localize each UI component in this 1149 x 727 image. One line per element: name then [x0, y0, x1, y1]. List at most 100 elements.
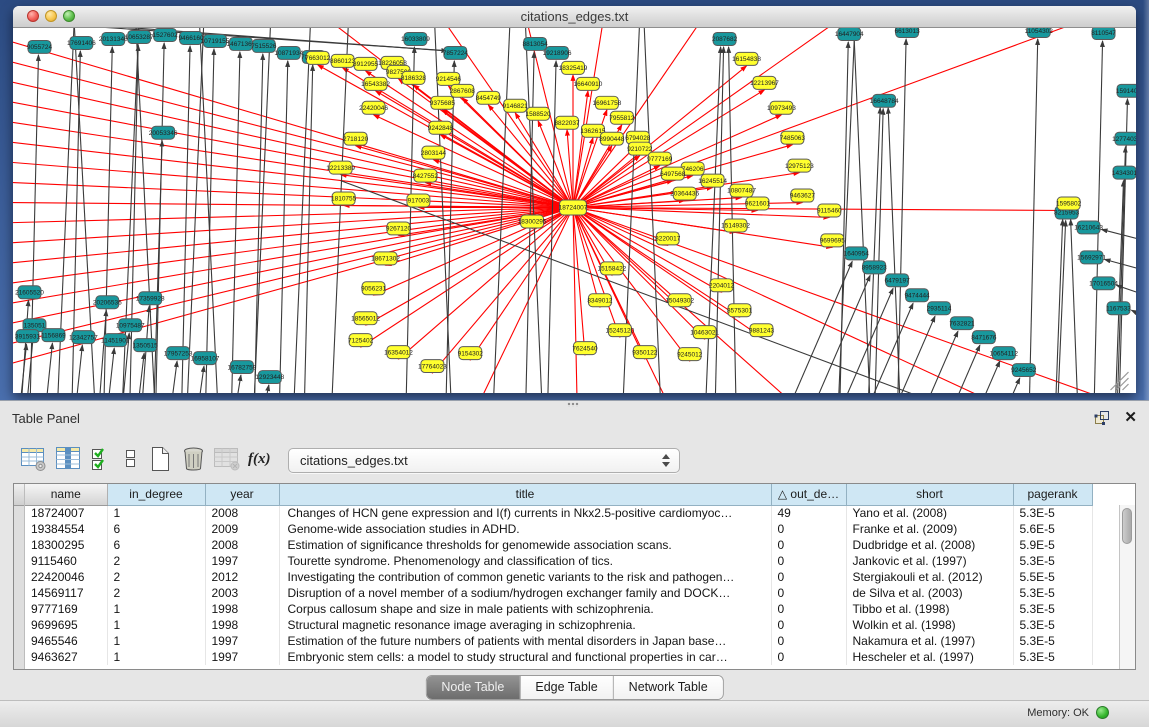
- graph-edge: [405, 47, 414, 393]
- tab-network-table[interactable]: Network Table: [613, 676, 723, 699]
- graph-node-label: 8186328: [401, 75, 427, 82]
- table-cell: 5.3E-5: [1013, 553, 1092, 569]
- show-columns-icon[interactable]: [55, 446, 82, 477]
- minimize-window-button[interactable]: [45, 10, 57, 22]
- node-table[interactable]: namein_degreeyeartitle△ out_de…shortpage…: [13, 483, 1136, 670]
- graph-node-label: 8822037: [554, 120, 580, 127]
- graph-edge: [73, 345, 82, 393]
- graph-edge: [153, 141, 162, 393]
- table-cell: 9699695: [25, 617, 107, 633]
- close-window-button[interactable]: [27, 10, 39, 22]
- graph-node-label: 6794028: [625, 135, 651, 142]
- table-row[interactable]: 911546021997Tourette syndrome. Phenomeno…: [25, 553, 1092, 569]
- graph-node-label: 3915931: [15, 333, 41, 340]
- table-cell: 5.5E-5: [1013, 569, 1092, 585]
- column-header-year[interactable]: year: [205, 484, 279, 505]
- graph-edge: [231, 52, 240, 393]
- graph-edge: [260, 385, 269, 393]
- table-cell: 2003: [205, 585, 279, 601]
- table-cell: Wolkin et al. (1998): [846, 617, 1013, 633]
- table-row[interactable]: 977716911998Corpus callosum shape and si…: [25, 601, 1092, 617]
- table-cell: Embryonic stem cells: a model to study s…: [279, 649, 771, 665]
- graph-node-label: 22420046: [359, 105, 388, 112]
- column-header-in_degree[interactable]: in_degree: [107, 484, 205, 505]
- graph-node-label: 1434301: [1112, 170, 1136, 177]
- network-window-titlebar[interactable]: citations_edges.txt: [13, 6, 1136, 28]
- table-cell: 5.3E-5: [1013, 505, 1092, 521]
- table-row[interactable]: 1830029562008Estimation of significance …: [25, 537, 1092, 553]
- splitter-grip[interactable]: [567, 402, 579, 407]
- column-header-pagerank[interactable]: pagerank: [1013, 484, 1092, 505]
- table-cell: Yano et al. (2008): [846, 505, 1013, 521]
- table-cell: 14569117: [25, 585, 107, 601]
- graph-node-label: 8813054: [523, 41, 549, 48]
- table-cell: 0: [771, 617, 846, 633]
- table-cell: Structural magnetic resonance image aver…: [279, 617, 771, 633]
- delete-column-icon[interactable]: [181, 446, 206, 477]
- table-row[interactable]: 1872400712008Changes of HCN gene express…: [25, 505, 1092, 521]
- column-header-title[interactable]: title: [279, 484, 771, 505]
- create-column-icon[interactable]: [148, 446, 172, 477]
- graph-node-label: 9474444: [904, 292, 930, 299]
- table-mode-icon[interactable]: [20, 446, 47, 477]
- table-cell: de Silva et al. (2003): [846, 585, 1013, 601]
- tab-node-table[interactable]: Node Table: [426, 676, 519, 699]
- table-cell: 5.3E-5: [1013, 601, 1092, 617]
- table-cell: 5.3E-5: [1013, 585, 1092, 601]
- select-columns-icon[interactable]: [90, 446, 112, 477]
- graph-node-label: 8471676: [971, 334, 997, 341]
- graph-node-label: 20053346: [149, 130, 178, 137]
- column-header-out_de[interactable]: △ out_de…: [771, 484, 846, 505]
- citation-graph[interactable]: 9055724176914062013134010653287152760294…: [13, 28, 1136, 393]
- table-panel: Table Panel ✕: [0, 400, 1149, 727]
- panel-title: Table Panel: [12, 411, 80, 426]
- table-row[interactable]: 1938455462009Genome-wide association stu…: [25, 521, 1092, 537]
- graph-node-label: 12923448: [255, 374, 284, 381]
- table-scrollbar-thumb[interactable]: [1122, 508, 1132, 544]
- table-scrollbar[interactable]: [1119, 505, 1135, 669]
- memory-status: Memory: OK: [1027, 706, 1109, 719]
- float-panel-icon[interactable]: [1094, 410, 1111, 426]
- node-table-grid[interactable]: namein_degreeyeartitle△ out_de…shortpage…: [25, 484, 1093, 665]
- table-cell: Changes of HCN gene expression and I(f) …: [279, 505, 771, 521]
- graph-edge: [705, 47, 721, 393]
- table-cell: 0: [771, 601, 846, 617]
- network-table-select[interactable]: citations_edges.txt: [288, 448, 680, 473]
- graph-node-label: 8575301: [727, 307, 753, 314]
- graph-node-label: 20206536: [93, 299, 122, 306]
- table-cell: 6: [107, 521, 205, 537]
- close-panel-icon[interactable]: ✕: [1124, 408, 1137, 426]
- graph-edge: [1029, 39, 1038, 393]
- column-header-name[interactable]: name: [25, 484, 107, 505]
- table-row[interactable]: 2242004622012Investigating the contribut…: [25, 569, 1092, 585]
- graph-edge: [232, 375, 241, 393]
- table-cell: Jankovic et al. (1997): [846, 553, 1013, 569]
- graph-node-label: 7515526: [251, 43, 277, 50]
- graph-node-label: 10973493: [767, 105, 796, 112]
- graph-node-label: 7125402: [348, 337, 374, 344]
- table-row[interactable]: 969969511998Structural magnetic resonanc…: [25, 617, 1092, 633]
- network-canvas[interactable]: 9055724176914062013134010653287152760294…: [13, 28, 1136, 393]
- function-builder-icon[interactable]: f(x): [248, 451, 271, 468]
- graph-node-label: 10653287: [125, 34, 154, 41]
- graph-node-label: 2867608: [450, 88, 476, 95]
- column-header-short[interactable]: short: [846, 484, 1013, 505]
- table-cell: 5.3E-5: [1013, 633, 1092, 649]
- graph-node-label: 10807487: [727, 188, 756, 195]
- table-row[interactable]: 1456911722003Disruption of a novel membe…: [25, 585, 1092, 601]
- tab-edge-table[interactable]: Edge Table: [519, 676, 612, 699]
- table-row[interactable]: 946554611997Estimation of the future num…: [25, 633, 1092, 649]
- table-row[interactable]: 946362711997Embryonic stem cells: a mode…: [25, 649, 1092, 665]
- network-window[interactable]: citations_edges.txt 90557241769140620131…: [13, 6, 1136, 393]
- row-height-icon[interactable]: [124, 446, 137, 477]
- graph-node-label: 10975487: [116, 322, 145, 329]
- graph-node-label: 16961758: [593, 100, 622, 107]
- graph-node-label: 9210722: [627, 146, 653, 153]
- table-cell: Tourette syndrome. Phenomenology and cla…: [279, 553, 771, 569]
- table-cell: 5.6E-5: [1013, 521, 1092, 537]
- graph-node-label: 9350122: [632, 349, 658, 356]
- zoom-window-button[interactable]: [63, 10, 75, 22]
- graph-node-label: 16154838: [732, 56, 761, 63]
- table-cell: Estimation of the future numbers of pati…: [279, 633, 771, 649]
- graph-edge: [900, 331, 958, 393]
